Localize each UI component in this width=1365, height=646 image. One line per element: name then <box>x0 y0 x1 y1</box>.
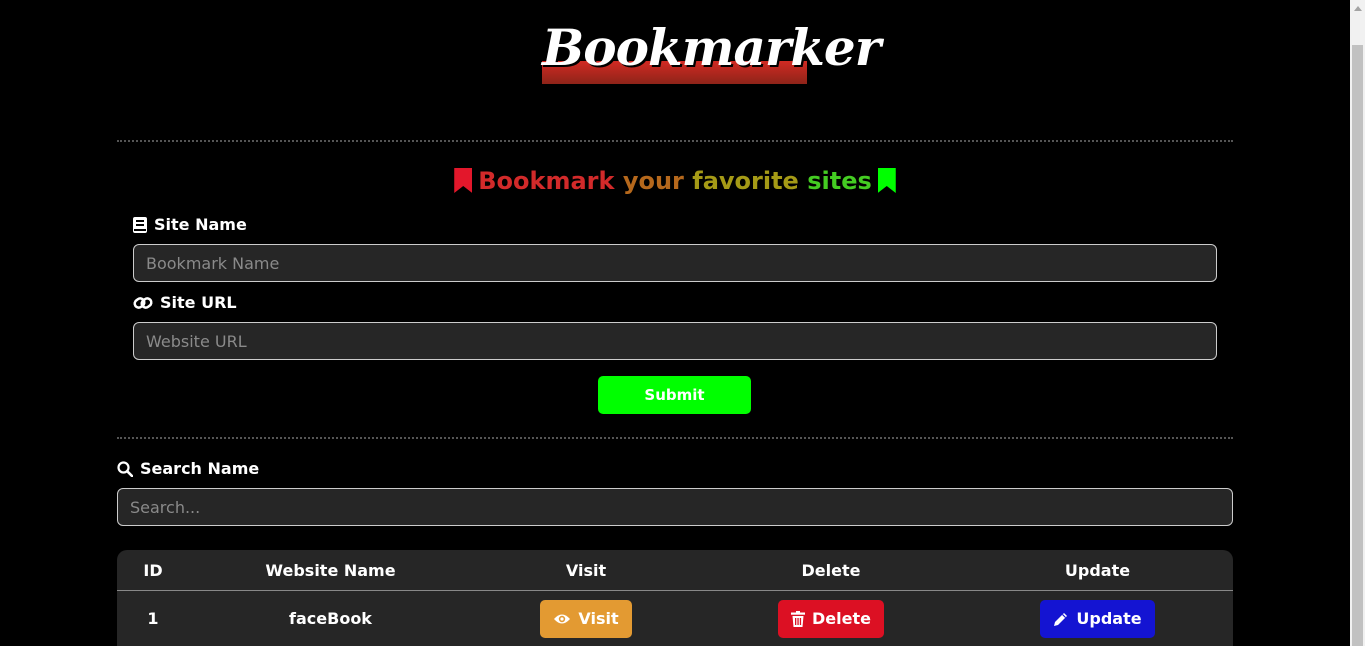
table-row: 1 faceBook Visit Delete Update <box>117 591 1233 646</box>
site-name-label-text: Site Name <box>154 215 247 234</box>
logo-text: Bookmarker <box>542 18 881 77</box>
header-visit: Visit <box>565 560 607 580</box>
visit-button[interactable]: Visit <box>540 599 632 638</box>
submit-button[interactable]: Submit <box>598 376 751 414</box>
delete-cell: Delete <box>700 591 962 646</box>
update-button[interactable]: Update <box>1040 599 1155 638</box>
bookmark-icon <box>454 168 473 193</box>
visit-button-label: Visit <box>578 609 619 628</box>
page: Bookmarker Bookmark your favorite sites … <box>0 0 1365 646</box>
search-icon <box>117 461 133 477</box>
search-label-text: Search Name <box>140 459 260 478</box>
site-url-label-text: Site URL <box>160 293 237 312</box>
search-label: Search Name <box>117 459 259 479</box>
search-input[interactable] <box>117 488 1233 526</box>
header-delete: Delete <box>801 560 861 580</box>
table-header-row: ID Website Name Visit Delete Update <box>117 550 1233 591</box>
page-heading: Bookmark your favorite sites <box>0 166 1350 196</box>
book-icon <box>133 217 147 233</box>
vertical-scrollbar[interactable] <box>1350 0 1365 646</box>
link-icon <box>133 295 153 311</box>
pencil-icon <box>1053 611 1069 627</box>
heading-word: sites <box>807 167 872 195</box>
bookmarks-table: ID Website Name Visit Delete Update 1 fa… <box>117 550 1233 646</box>
delete-button[interactable]: Delete <box>778 599 884 638</box>
scroll-up-arrow-icon[interactable] <box>1350 0 1365 17</box>
update-button-label: Update <box>1076 609 1142 628</box>
heading-word: favorite <box>692 167 799 195</box>
header-website-name: Website Name <box>265 560 396 580</box>
row-website-name: faceBook <box>289 609 372 628</box>
header-update: Update <box>1064 560 1131 580</box>
heading-word: Bookmark <box>478 167 615 195</box>
site-name-input[interactable] <box>133 244 1217 282</box>
site-name-label: Site Name <box>133 215 247 235</box>
scrollbar-thumb[interactable] <box>1352 45 1363 646</box>
row-id: 1 <box>147 609 159 628</box>
site-url-input[interactable] <box>133 322 1217 360</box>
site-url-label: Site URL <box>133 293 237 313</box>
header-id: ID <box>143 560 163 580</box>
top-divider <box>117 140 1233 142</box>
visit-cell: Visit <box>472 591 700 646</box>
eye-icon <box>553 612 571 626</box>
update-cell: Update <box>962 591 1233 646</box>
trash-icon <box>791 610 806 627</box>
heading-word: your <box>622 167 684 195</box>
bookmarker-logo: Bookmarker <box>542 16 881 84</box>
middle-divider <box>117 437 1233 439</box>
delete-button-label: Delete <box>812 609 871 628</box>
bookmark-icon <box>877 168 896 193</box>
